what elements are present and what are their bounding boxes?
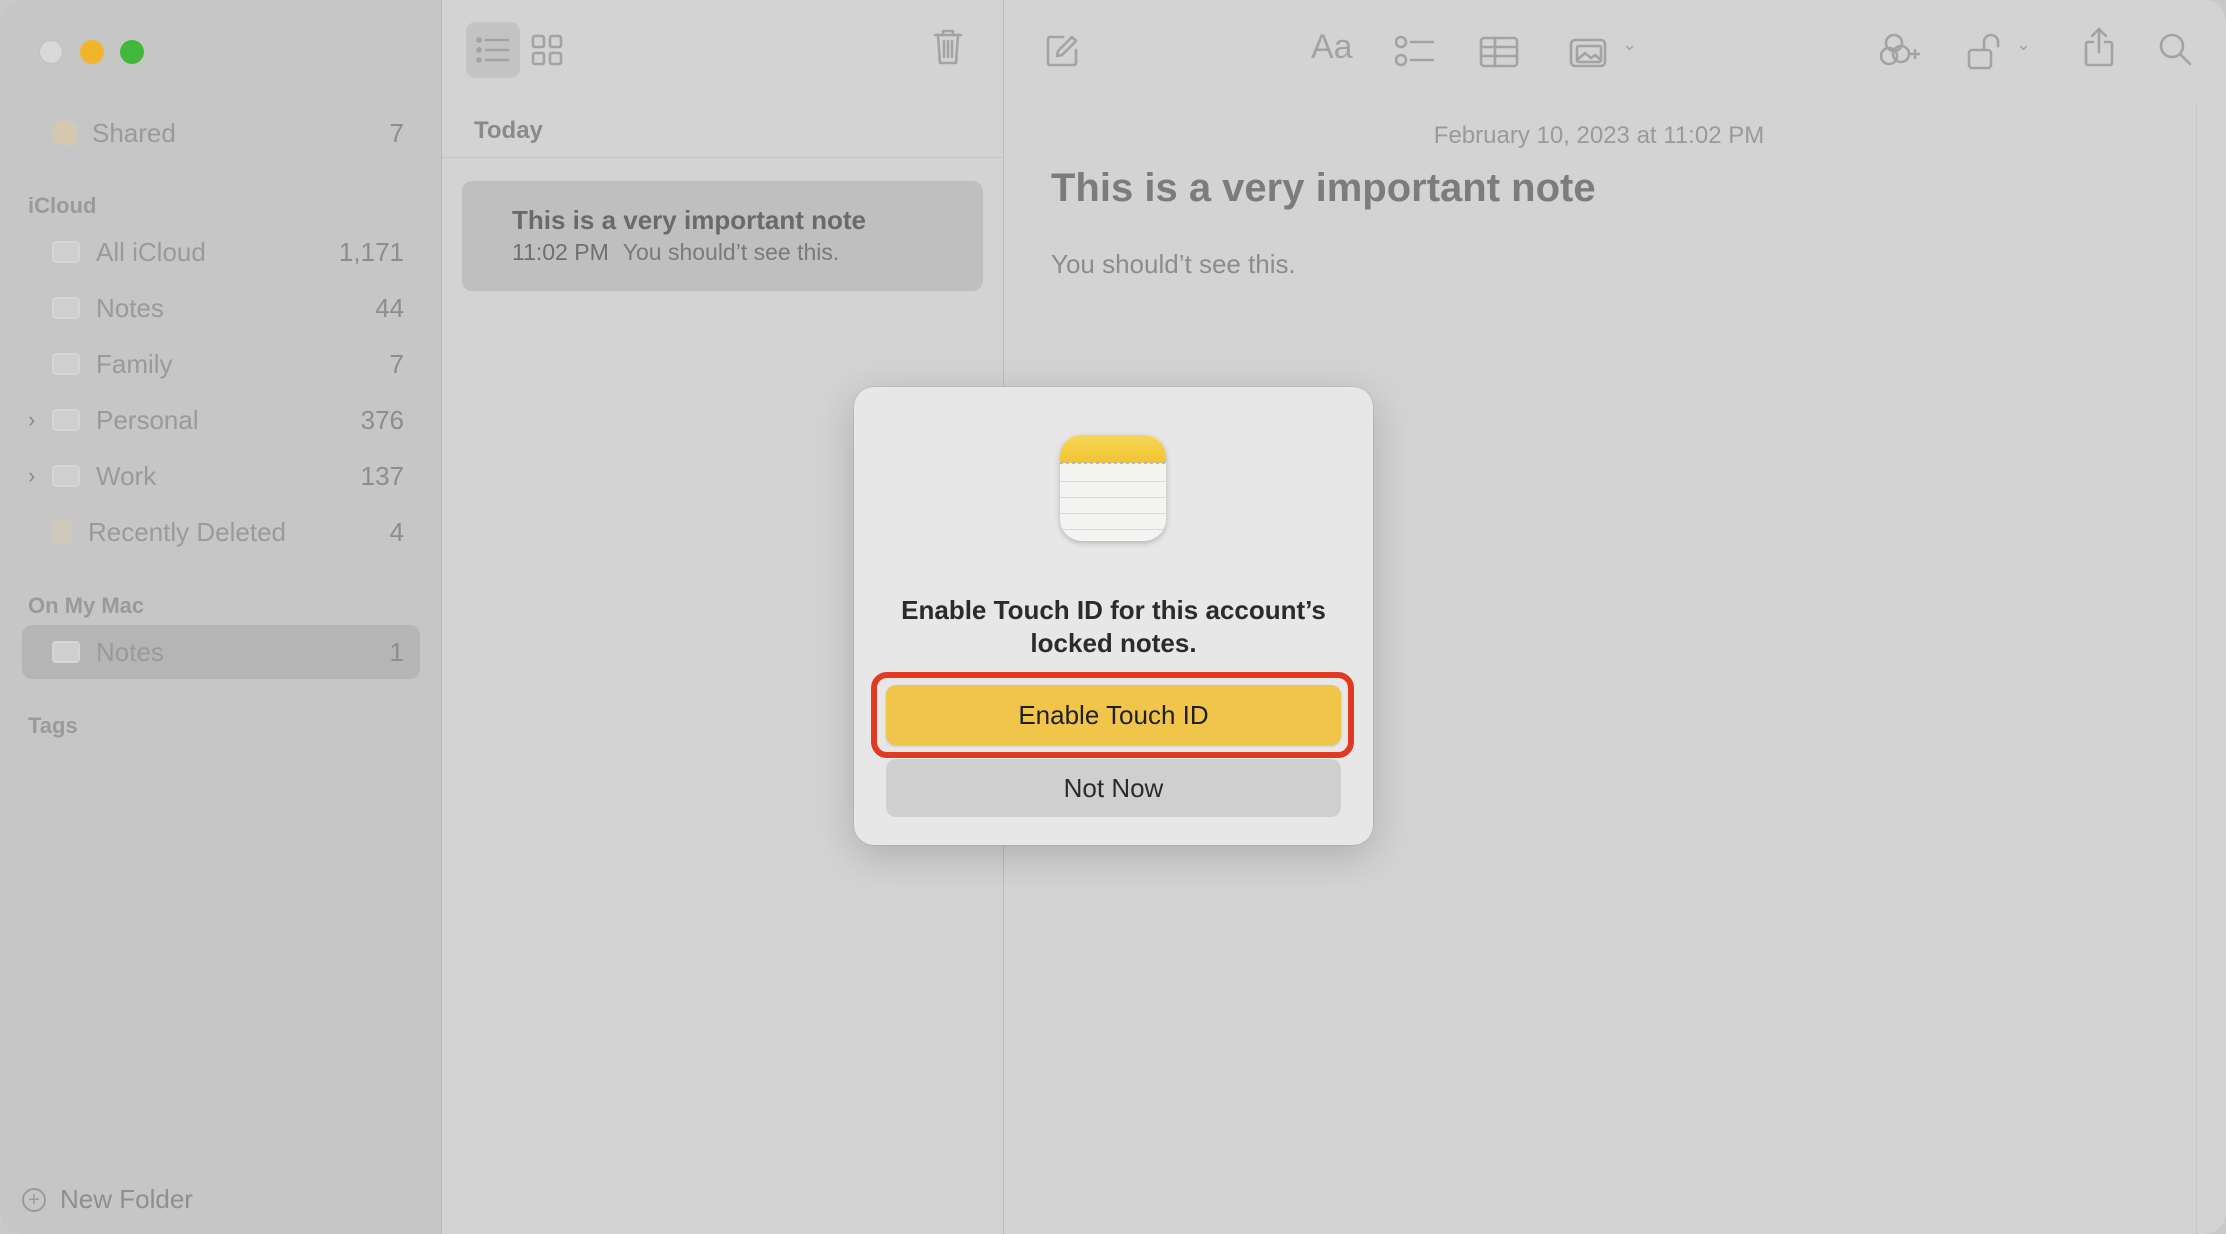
notes-app-icon — [1060, 435, 1166, 541]
grid-icon — [531, 34, 563, 66]
sidebar-item-count: 44 — [375, 292, 404, 323]
photo-icon — [1569, 38, 1607, 68]
chevron-right-icon[interactable]: › — [28, 463, 35, 489]
sidebar-item-count: 137 — [360, 460, 404, 491]
sidebar-item-work[interactable]: › Work 137 — [22, 449, 420, 503]
folder-icon — [52, 241, 80, 263]
sidebar-item-label: Personal — [96, 404, 199, 435]
note-item-time: 11:02 PM — [512, 239, 609, 265]
section-header-tags: Tags — [28, 713, 78, 738]
search-button[interactable] — [2158, 32, 2192, 71]
sidebar-item-label: Notes — [96, 636, 164, 667]
sidebar-item-mac-notes[interactable]: Notes 1 — [22, 625, 420, 679]
highlight-annotation — [871, 672, 1354, 758]
new-folder-label: New Folder — [60, 1184, 193, 1214]
sidebar-item-shared[interactable]: Shared 7 — [22, 106, 420, 160]
search-icon — [2159, 33, 2192, 66]
table-icon — [1479, 36, 1519, 68]
new-folder-button[interactable]: + New Folder — [22, 1184, 193, 1215]
folder-icon — [52, 297, 80, 319]
sidebar-item-count: 7 — [389, 117, 404, 148]
media-button[interactable] — [1569, 36, 1613, 75]
sidebar-item-family[interactable]: Family 7 — [22, 337, 420, 391]
sidebar-item-label: Recently Deleted — [88, 516, 286, 547]
note-list-item[interactable]: This is a very important note 11:02 PM Yo… — [462, 181, 983, 291]
view-toggle — [466, 22, 574, 78]
compose-icon — [1046, 35, 1078, 67]
trash-icon — [933, 29, 963, 65]
folder-icon — [52, 465, 80, 487]
share-button[interactable] — [2083, 26, 2115, 73]
checklist-icon — [1394, 35, 1435, 67]
note-item-title: This is a very important note — [512, 205, 866, 235]
touch-id-dialog: Enable Touch ID for this account’s locke… — [854, 387, 1373, 845]
note-title[interactable]: This is a very important note — [1051, 166, 1596, 211]
gallery-view-button[interactable] — [520, 22, 574, 78]
delete-note-button[interactable] — [933, 28, 963, 71]
sidebar-item-recently-deleted[interactable]: Recently Deleted 4 — [22, 505, 420, 559]
list-view-button[interactable] — [466, 22, 520, 78]
note-body[interactable]: You should’t see this. — [1051, 249, 1296, 280]
sidebar-item-label: Shared — [92, 117, 176, 148]
checklist-button[interactable] — [1394, 34, 1435, 73]
sidebar-item-label: Family — [96, 348, 173, 379]
divider — [2196, 104, 2197, 1234]
note-item-preview: You should’t see this. — [622, 239, 840, 265]
section-header-icloud: iCloud — [28, 193, 97, 218]
notes-window: Shared 7 iCloud All iCloud 1,171 Notes 4… — [0, 0, 2226, 1234]
folder-icon — [52, 353, 80, 375]
zoom-window-button[interactable] — [120, 40, 144, 64]
folder-icon — [52, 641, 80, 663]
sidebar-item-notes[interactable]: Notes 44 — [22, 281, 420, 335]
close-window-button[interactable] — [39, 40, 63, 64]
sidebar-item-count: 376 — [360, 404, 404, 435]
sidebar-item-label: Work — [96, 460, 157, 491]
collaborate-button[interactable] — [1879, 30, 1921, 75]
format-button[interactable]: Aa — [1311, 28, 1353, 67]
chevron-right-icon[interactable]: › — [28, 407, 35, 433]
trash-icon — [52, 519, 72, 545]
list-section-header: Today — [442, 105, 1003, 158]
section-title-today: Today — [474, 117, 543, 144]
collaborate-icon — [1879, 33, 1921, 66]
chevron-down-icon[interactable]: ⌄ — [1622, 34, 1637, 55]
compose-button[interactable] — [1045, 34, 1079, 73]
minimize-window-button[interactable] — [80, 40, 104, 64]
sidebar-item-label: Notes — [96, 292, 164, 323]
chevron-down-icon[interactable]: ⌄ — [2016, 34, 2031, 55]
sidebar-item-count: 1 — [389, 636, 404, 667]
folder-icon — [52, 409, 80, 431]
lock-button[interactable] — [1967, 32, 2003, 75]
share-icon — [2084, 27, 2114, 67]
sidebar-item-count: 4 — [389, 516, 404, 547]
list-icon — [476, 37, 510, 63]
lock-icon — [1967, 33, 2000, 70]
sidebar-item-personal[interactable]: › Personal 376 — [22, 393, 420, 447]
sidebar: Shared 7 iCloud All iCloud 1,171 Notes 4… — [0, 0, 442, 1234]
note-date: February 10, 2023 at 11:02 PM — [1433, 122, 1765, 149]
note-item-meta: 11:02 PM You should’t see this. — [512, 239, 839, 266]
shared-icon — [52, 120, 78, 146]
table-button[interactable] — [1479, 36, 1519, 73]
not-now-button[interactable]: Not Now — [886, 759, 1341, 817]
plus-circle-icon: + — [22, 1187, 46, 1212]
sidebar-item-count: 7 — [389, 348, 404, 379]
section-header-on-my-mac: On My Mac — [28, 593, 145, 618]
sidebar-item-count: 1,171 — [338, 236, 404, 267]
sidebar-item-label: All iCloud — [96, 236, 206, 267]
sidebar-item-all-icloud[interactable]: All iCloud 1,171 — [22, 225, 420, 279]
dialog-message: Enable Touch ID for this account’s locke… — [901, 595, 1326, 658]
